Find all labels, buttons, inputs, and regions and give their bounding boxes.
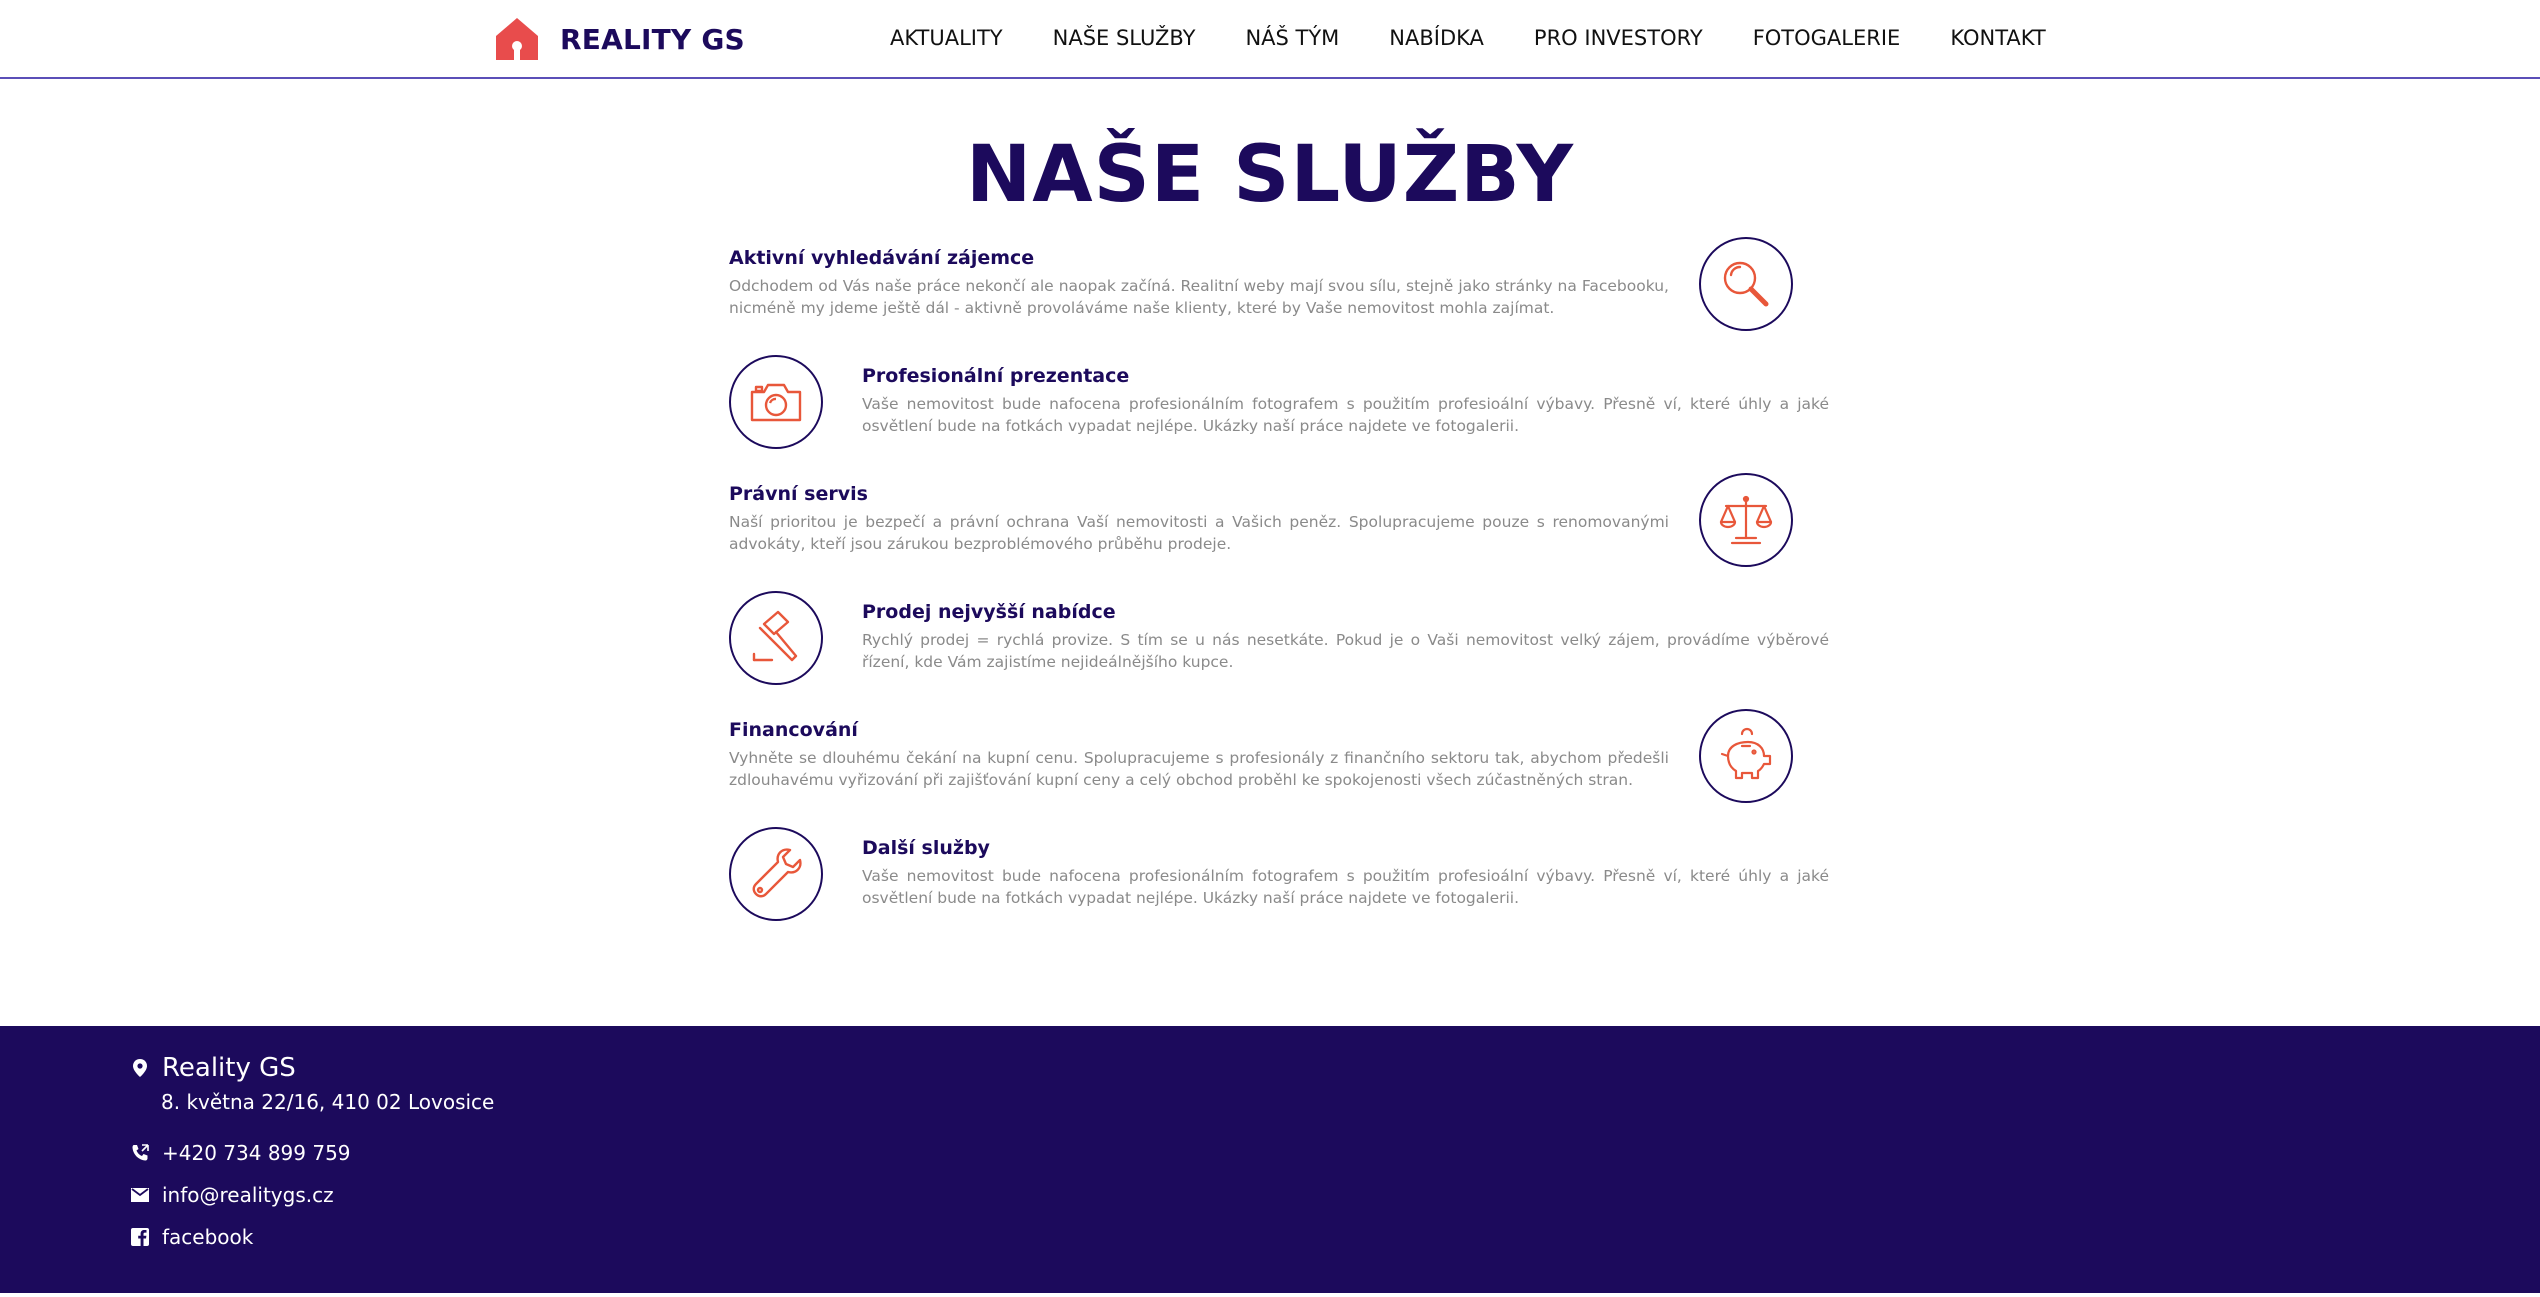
footer-phone-row[interactable]: +420 734 899 759 xyxy=(130,1141,351,1165)
site-header: REALITY GS AKTUALITY NAŠE SLUŽBY NÁŠ TÝM… xyxy=(0,0,2540,79)
service-text: Prodej nejvyšší nabídce Rychlý prodej = … xyxy=(862,601,1829,673)
service-title: Profesionální prezentace xyxy=(862,365,1130,387)
logo-text: REALITY GS xyxy=(560,22,745,56)
magnifier-icon xyxy=(1723,261,1769,307)
service-icon-circle xyxy=(729,827,823,921)
footer-email-row[interactable]: info@realitygs.cz xyxy=(130,1183,334,1207)
service-item: Další služby Vaše nemovitost bude nafoce… xyxy=(729,827,1829,927)
nav-item-pro-investory[interactable]: PRO INVESTORY xyxy=(1534,26,1703,50)
service-icon-circle xyxy=(1699,237,1793,331)
service-description: Vaše nemovitost bude nafocena profesioná… xyxy=(862,867,1829,907)
footer-email: info@realitygs.cz xyxy=(162,1183,334,1207)
service-text: Financování Vyhněte se dlouhému čekání n… xyxy=(729,719,1669,791)
service-item: Profesionální prezentace Vaše nemovitost… xyxy=(729,355,1829,455)
wrench-icon xyxy=(752,848,802,898)
location-pin-icon xyxy=(133,1059,147,1077)
nav-item-nas-tym[interactable]: NÁŠ TÝM xyxy=(1245,26,1339,50)
service-title: Prodej nejvyšší nabídce xyxy=(862,601,1116,623)
footer-facebook-row[interactable]: facebook xyxy=(130,1225,253,1249)
service-text: Profesionální prezentace Vaše nemovitost… xyxy=(862,365,1829,437)
service-description: Rychlý prodej = rychlá provize. S tím se… xyxy=(862,631,1829,671)
footer-company-row: Reality GS xyxy=(130,1053,296,1083)
main-nav: AKTUALITY NAŠE SLUŽBY NÁŠ TÝM NABÍDKA PR… xyxy=(890,26,2046,50)
nav-item-aktuality[interactable]: AKTUALITY xyxy=(890,26,1003,50)
site-footer xyxy=(0,1026,2540,1297)
footer-company-name: Reality GS xyxy=(162,1053,296,1083)
phone-icon xyxy=(132,1144,149,1161)
page-title: NAŠE SLUŽBY xyxy=(966,130,1574,220)
mail-icon xyxy=(131,1188,149,1202)
service-item: Aktivní vyhledávání zájemce Odchodem od … xyxy=(729,237,1829,337)
camera-icon xyxy=(750,383,802,422)
service-text: Právní servis Naší prioritou je bezpečí … xyxy=(729,483,1669,555)
nav-item-kontakt[interactable]: KONTAKT xyxy=(1950,26,2045,50)
service-description: Naší prioritou je bezpečí a právní ochra… xyxy=(729,513,1669,553)
nav-item-nase-sluzby[interactable]: NAŠE SLUŽBY xyxy=(1053,26,1196,50)
service-text: Další služby Vaše nemovitost bude nafoce… xyxy=(862,837,1829,909)
service-text: Aktivní vyhledávání zájemce Odchodem od … xyxy=(729,247,1669,319)
service-title: Právní servis xyxy=(729,483,868,505)
footer-facebook-link: facebook xyxy=(162,1225,254,1249)
service-icon-circle xyxy=(1699,473,1793,567)
piggy-bank-icon xyxy=(1720,727,1772,780)
service-icon-circle xyxy=(729,591,823,685)
logo[interactable]: REALITY GS xyxy=(494,16,745,62)
service-title: Financování xyxy=(729,719,858,741)
footer-phone: +420 734 899 759 xyxy=(162,1141,351,1165)
service-item: Financování Vyhněte se dlouhému čekání n… xyxy=(729,709,1829,809)
service-description: Vaše nemovitost bude nafocena profesioná… xyxy=(862,395,1829,435)
service-title: Aktivní vyhledávání zájemce xyxy=(729,247,1035,269)
facebook-icon xyxy=(131,1228,149,1246)
service-title: Další služby xyxy=(862,837,990,859)
service-icon-circle xyxy=(729,355,823,449)
footer-address: 8. května 22/16, 410 02 Lovosice xyxy=(161,1090,495,1114)
service-item: Právní servis Naší prioritou je bezpečí … xyxy=(729,473,1829,573)
nav-item-nabidka[interactable]: NABÍDKA xyxy=(1389,26,1484,50)
service-description: Vyhněte se dlouhému čekání na kupní cenu… xyxy=(729,749,1669,789)
gavel-icon xyxy=(752,610,798,662)
service-description: Odchodem od Vás naše práce nekončí ale n… xyxy=(729,277,1669,317)
service-item: Prodej nejvyšší nabídce Rychlý prodej = … xyxy=(729,591,1829,691)
nav-item-fotogalerie[interactable]: FOTOGALERIE xyxy=(1753,26,1901,50)
scales-icon xyxy=(1719,495,1773,545)
footer-bottom-strip xyxy=(0,1293,2540,1297)
house-logo-icon xyxy=(496,18,538,60)
service-icon-circle xyxy=(1699,709,1793,803)
